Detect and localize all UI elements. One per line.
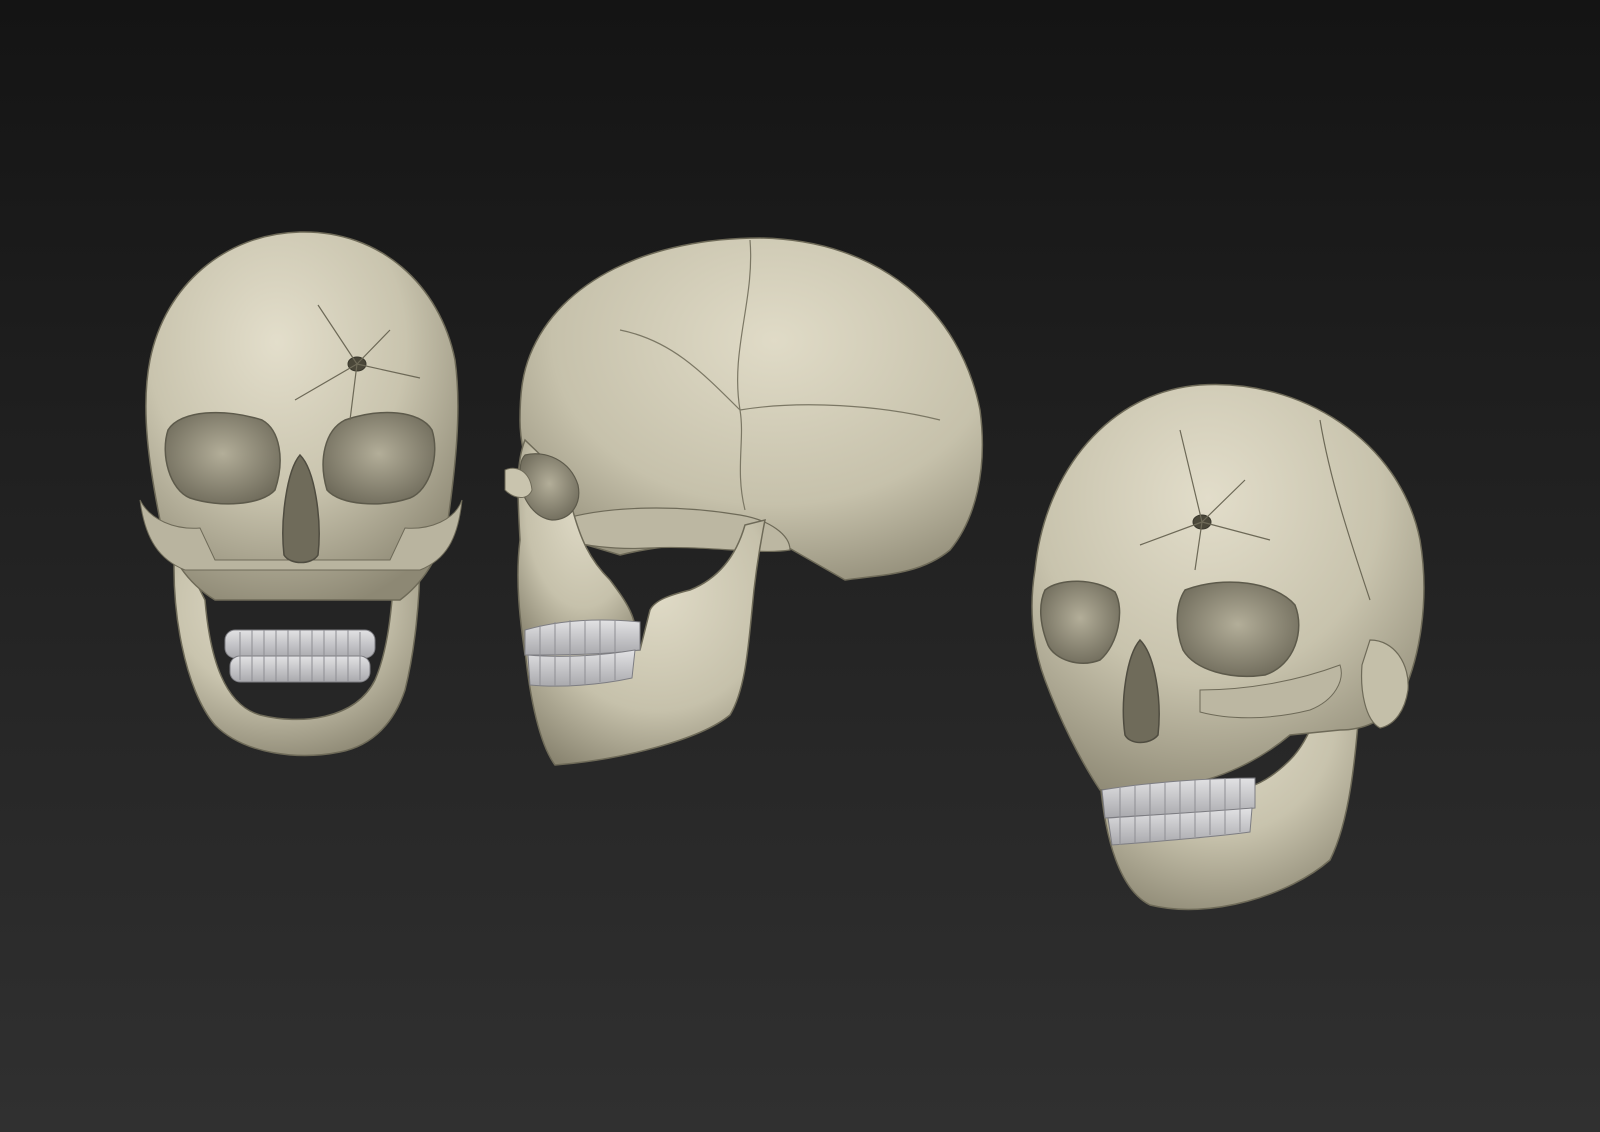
tq-right-eye-socket — [1176, 581, 1300, 677]
tq-left-eye-socket — [1040, 580, 1121, 664]
render-viewport — [0, 0, 1600, 1132]
skull-side-view — [504, 237, 984, 766]
front-left-eye-socket — [164, 411, 281, 505]
skull-front-view — [139, 231, 463, 757]
skull-render — [139, 231, 1425, 911]
side-upper-teeth — [524, 619, 641, 656]
front-right-eye-socket — [322, 411, 436, 505]
skull-three-quarter-view — [1031, 383, 1425, 911]
